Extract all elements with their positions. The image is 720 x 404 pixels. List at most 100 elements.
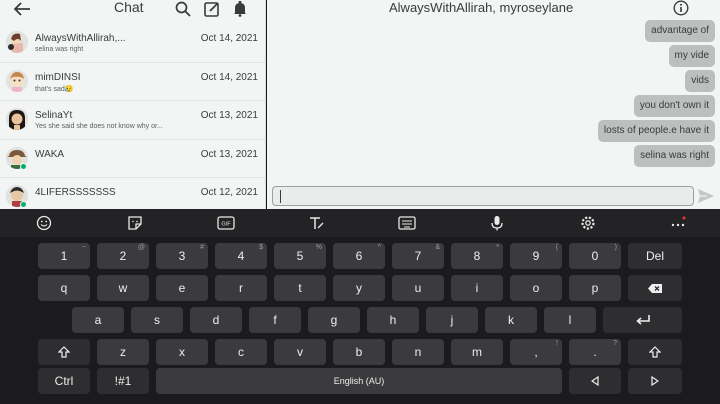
keyboard-layout-icon[interactable] [396,212,418,234]
key-f[interactable]: f [249,307,301,333]
conversation-date: Oct 12, 2021 [200,187,258,198]
key-j[interactable]: j [426,307,478,333]
shift-key-right[interactable] [628,339,682,365]
key-1[interactable]: 1 ~ [38,243,90,269]
info-icon[interactable] [673,0,689,16]
key-g[interactable]: g [308,307,360,333]
key-2[interactable]: 2 @ [97,243,149,269]
emoji-icon[interactable] [33,212,55,234]
symbols-key[interactable]: !#1 [97,368,149,394]
key-symbol: $ [259,244,263,251]
key-y[interactable]: y [333,275,385,301]
key-symbol: % [315,244,322,251]
key-r[interactable]: r [215,275,267,301]
key-label: m [472,345,482,359]
conversation-row-3[interactable]: WAKA Oct 13, 2021 [0,140,265,178]
key-period[interactable]: .? [569,339,621,365]
key-label: w [118,281,128,295]
conversation-row-0[interactable]: AlwaysWithAllirah,... selina was right O… [0,24,265,63]
gif-icon[interactable]: GIF [215,212,237,234]
conversation-name: WAKA [35,148,65,160]
key-label: p [591,281,599,295]
key-4[interactable]: 4 $ [215,243,267,269]
chat-title: Chat [114,0,144,15]
key-b[interactable]: b [333,339,385,365]
key-l[interactable]: l [544,307,596,333]
key-n[interactable]: n [392,339,444,365]
key-symbol: * [496,244,499,251]
key-v[interactable]: v [274,339,326,365]
key-h[interactable]: h [367,307,419,333]
key-5[interactable]: 5% [274,243,326,269]
svg-text:GIF: GIF [221,222,231,228]
key-d[interactable]: d [190,307,242,333]
key-9[interactable]: 9( [510,243,562,269]
key-x[interactable]: x [156,339,208,365]
enter-key[interactable] [603,307,682,333]
sticker-icon[interactable] [124,212,146,234]
delete-key[interactable]: Del [628,243,682,269]
ctrl-key[interactable]: Ctrl [38,368,90,394]
key-label: English (AU) [333,376,385,386]
key-label: n [414,345,422,359]
arrow-right-key[interactable] [628,368,682,394]
space-key[interactable]: English (AU) [156,368,562,394]
backspace-key[interactable] [628,275,682,301]
key-label: s [154,313,160,327]
key-m[interactable]: m [451,339,503,365]
conversation-row-1[interactable]: mimDINSI that's sad😥 Oct 14, 2021 [0,63,265,101]
compose-icon[interactable] [202,0,222,18]
key-w[interactable]: w [97,275,149,301]
text-style-icon[interactable] [305,212,327,234]
key-label: o [532,281,540,295]
key-o[interactable]: o [510,275,562,301]
shift-icon [58,346,70,358]
key-label: . [593,345,597,359]
chat-list-header: Chat [0,0,265,18]
key-0[interactable]: 0) [569,243,621,269]
key-label: 6 [355,249,363,263]
key-a[interactable]: a [72,307,124,333]
microphone-icon[interactable] [486,212,508,234]
message-input[interactable] [272,186,694,206]
key-label: 3 [178,249,186,263]
key-u[interactable]: u [392,275,444,301]
key-label: 2 [119,249,127,263]
conversation-row-4[interactable]: 4LIFERSSSSSSS Oct 12, 2021 [0,178,265,209]
key-e[interactable]: e [156,275,208,301]
key-label: 5 [296,249,304,263]
key-i[interactable]: i [451,275,503,301]
key-k[interactable]: k [485,307,537,333]
back-arrow-icon[interactable] [12,0,32,18]
conversation-row-2[interactable]: SelinaYt Yes she said she does not know … [0,101,265,140]
conversation-panel: AlwaysWithAllirah, myroseylane advantage… [267,0,720,209]
arrow-left-key[interactable] [569,368,621,394]
send-icon[interactable] [697,187,715,205]
key-symbol: ? [613,340,617,347]
settings-icon[interactable] [577,212,599,234]
key-comma[interactable]: ,! [510,339,562,365]
key-7[interactable]: 7 & [392,243,444,269]
conversation-title: AlwaysWithAllirah, myroseylane [389,0,574,15]
shift-key-left[interactable] [38,339,90,365]
message-bubble: selina was right [634,145,715,167]
key-3[interactable]: 3 # [156,243,208,269]
avatar [6,108,28,130]
key-6[interactable]: 6 ^ [333,243,385,269]
key-c[interactable]: c [215,339,267,365]
key-t[interactable]: t [274,275,326,301]
more-icon[interactable] [667,212,689,234]
key-label: f [273,313,277,327]
bell-icon[interactable] [230,0,250,18]
key-symbol: ) [614,244,617,251]
key-q[interactable]: q [38,275,90,301]
key-label: 8 [473,249,481,263]
key-label: !#1 [114,374,132,388]
key-label: v [297,345,303,359]
key-symbol: ^ [377,244,381,251]
search-icon[interactable] [173,0,193,18]
key-p[interactable]: p [569,275,621,301]
key-z[interactable]: z [97,339,149,365]
key-8[interactable]: 8 * [451,243,503,269]
key-s[interactable]: s [131,307,183,333]
